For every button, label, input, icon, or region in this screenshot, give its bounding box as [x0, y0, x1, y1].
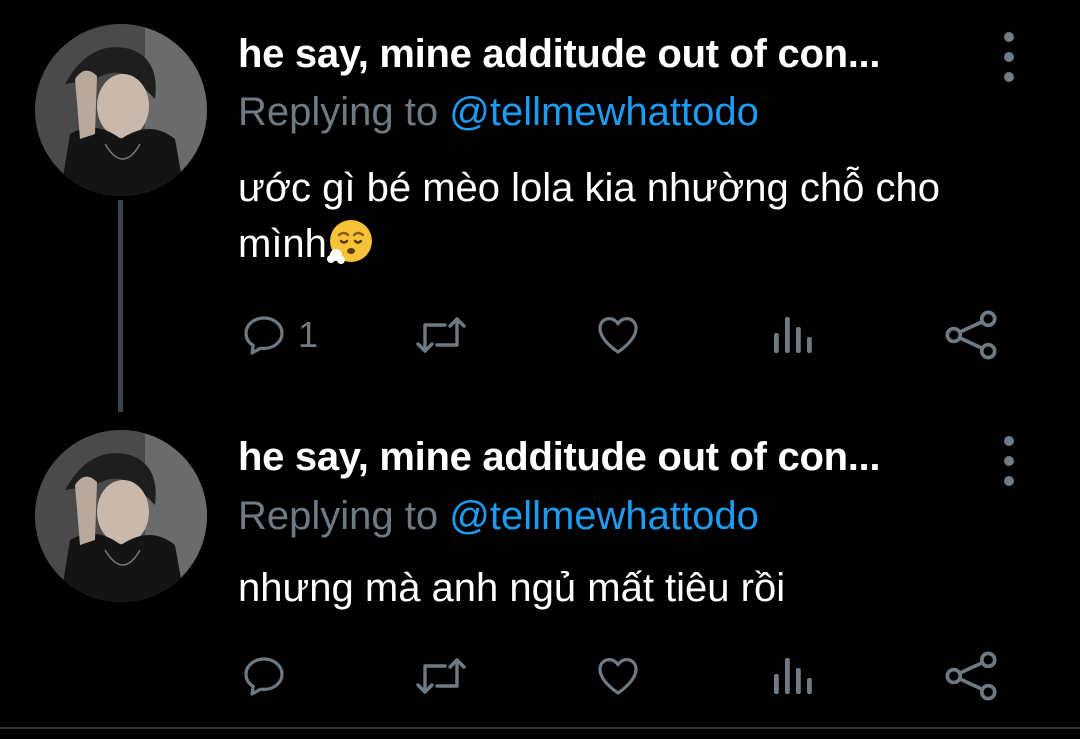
- replying-handle-link[interactable]: @tellmewhattodo: [449, 90, 759, 134]
- more-vertical-icon[interactable]: [996, 436, 1022, 486]
- tweet-text: ước gì bé mèo lola kia nhường chỗ cho mì…: [238, 160, 978, 272]
- reply-count: 1: [298, 314, 319, 355]
- heart-icon: [598, 658, 638, 695]
- replying-to-label: Replying to: [238, 90, 450, 134]
- tweet[interactable]: he say, mine additude out of con... Repl…: [0, 0, 1080, 412]
- views-icon: [774, 658, 812, 694]
- views-icon: [774, 317, 812, 353]
- views-button[interactable]: [768, 305, 816, 365]
- share-button[interactable]: [943, 305, 999, 365]
- author-name[interactable]: he say, mine additude out of con...: [238, 32, 880, 77]
- divider: [0, 727, 1080, 729]
- like-button[interactable]: [593, 305, 643, 365]
- face-exhaling-emoji: [326, 220, 372, 264]
- tweet-actions: 1: [0, 305, 1080, 365]
- retweet-button[interactable]: [412, 305, 470, 365]
- heart-icon: [598, 317, 638, 354]
- reply-button[interactable]: [240, 646, 298, 706]
- tweet-text-content: nhưng mà anh ngủ mất tiêu rồi: [238, 566, 786, 610]
- retweet-button[interactable]: [412, 646, 470, 706]
- more-vertical-icon[interactable]: [996, 32, 1022, 82]
- replying-to-label: Replying to: [238, 494, 450, 538]
- share-icon: [945, 310, 997, 360]
- retweet-icon: [416, 317, 466, 353]
- tweet[interactable]: he say, mine additude out of con... Repl…: [0, 410, 1080, 730]
- views-button[interactable]: [768, 646, 816, 706]
- tweet-actions: [0, 646, 1080, 706]
- retweet-icon: [416, 658, 466, 694]
- like-button[interactable]: [593, 646, 643, 706]
- author-name[interactable]: he say, mine additude out of con...: [238, 435, 880, 480]
- replying-to-line: Replying to @tellmewhattodo: [238, 90, 759, 135]
- share-icon: [945, 651, 997, 701]
- thread-view: he say, mine additude out of con... Repl…: [0, 0, 1080, 739]
- share-button[interactable]: [943, 646, 999, 706]
- avatar[interactable]: [35, 430, 207, 602]
- tweet-text: nhưng mà anh ngủ mất tiêu rồi: [238, 560, 978, 616]
- reply-icon: [244, 657, 284, 696]
- reply-icon: [244, 316, 284, 355]
- replying-handle-link[interactable]: @tellmewhattodo: [449, 494, 759, 538]
- avatar[interactable]: [35, 24, 207, 196]
- reply-button[interactable]: 1: [240, 305, 318, 365]
- replying-to-line: Replying to @tellmewhattodo: [238, 494, 759, 539]
